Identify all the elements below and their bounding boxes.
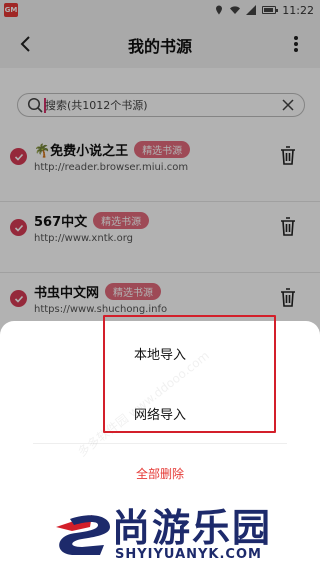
divider: [33, 443, 287, 444]
brand-name: 尚游乐园: [112, 506, 273, 550]
brand-url: SHYIYUANYK.COM: [115, 547, 262, 562]
site-watermark: 尚游乐园 SHYIYUANYK.COM: [52, 497, 320, 570]
logo-icon: [56, 515, 110, 555]
highlight-annotation: [103, 315, 276, 433]
delete-all-button[interactable]: 全部删除: [0, 465, 320, 482]
